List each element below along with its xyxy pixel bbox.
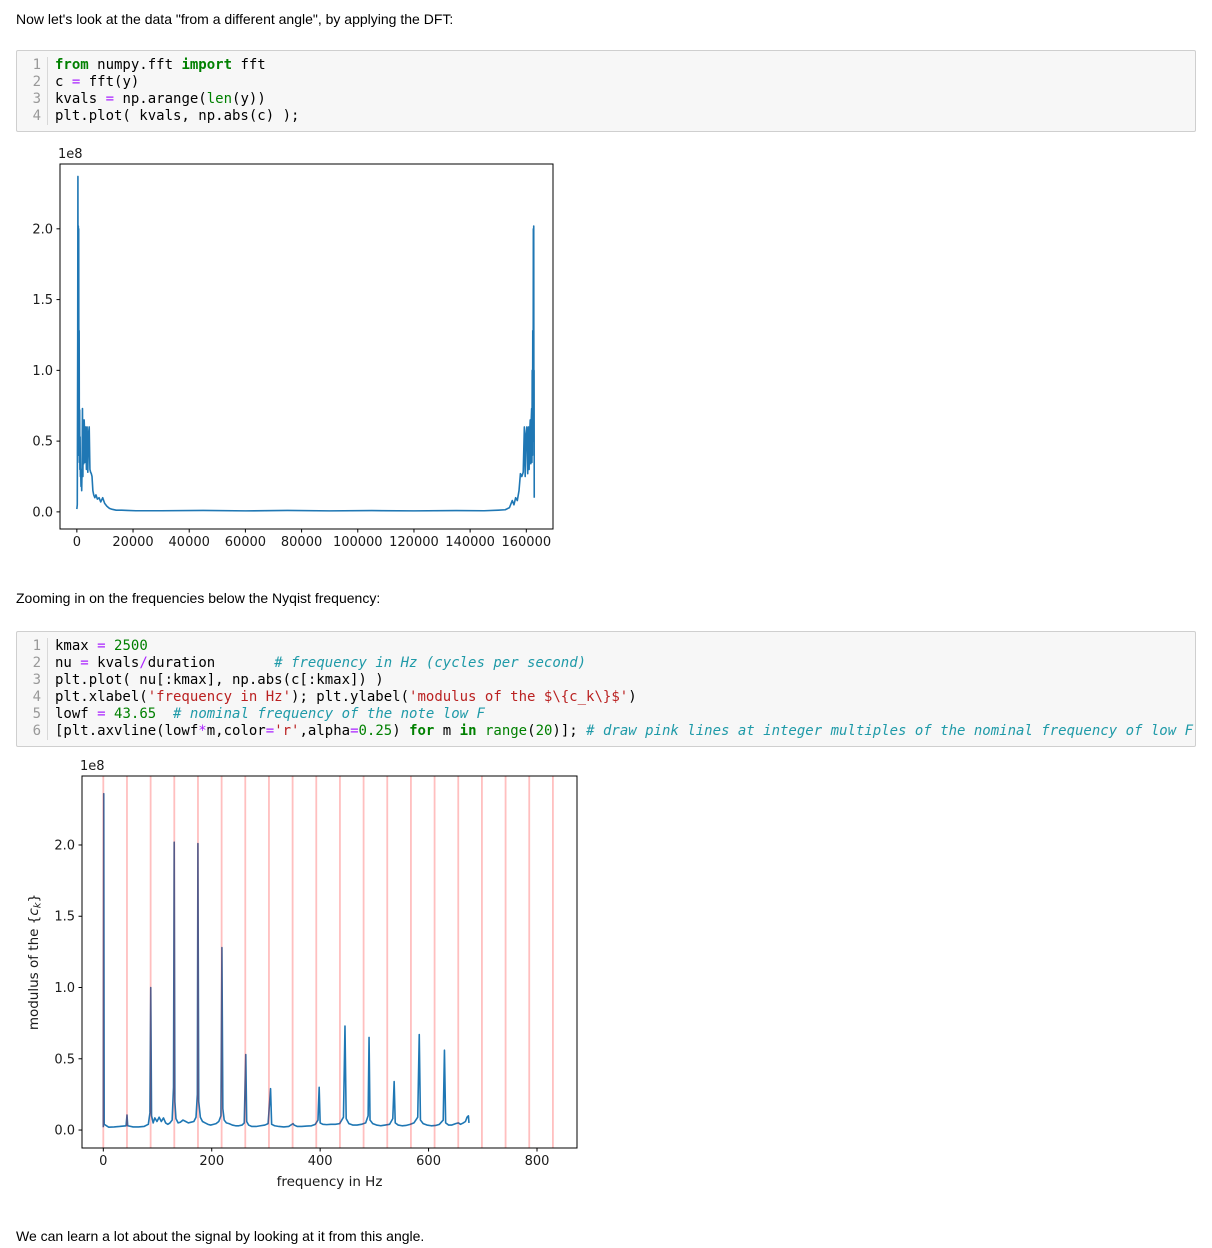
line-number: 1 (17, 57, 48, 74)
line-number: 2 (17, 655, 48, 672)
code-text: [plt.axvline(lowf*m,color='r',alpha=0.25… (55, 723, 1193, 740)
code-line: 1 from numpy.fft import fft (17, 57, 1187, 74)
code-cell-dft[interactable]: 1 from numpy.fft import fft 2 c = fft(y) 3 kv… (16, 50, 1196, 132)
code-cell-zoom[interactable]: 1 kmax = 2500 2 nu = kvals/duration # frequ… (16, 631, 1196, 747)
code-line: 4 plt.plot( kvals, np.abs(c) ); (17, 108, 1187, 125)
y-tick-label: 1.5 (32, 293, 53, 308)
line-number: 5 (17, 706, 48, 723)
y-axis-label: modulus of the {ck} (26, 894, 44, 1030)
line-number: 6 (17, 723, 48, 740)
code-line: 5 lowf = 43.65 # nominal frequency of the… (17, 706, 1187, 723)
y-tick-label: 0.0 (32, 505, 53, 520)
data-line (77, 176, 534, 510)
code-text: nu = kvals/duration # frequency in Hz (c… (55, 655, 1187, 672)
y-tick-label: 0.5 (32, 435, 53, 450)
x-tick-label: 140000 (445, 535, 495, 550)
code-text: kmax = 2500 (55, 638, 1187, 655)
line-number: 3 (17, 672, 48, 689)
y-tick-label: 2.0 (54, 838, 75, 853)
x-tick-label: 800 (525, 1154, 550, 1169)
line-number: 3 (17, 91, 48, 108)
x-tick-label: 400 (308, 1154, 333, 1169)
code-line: 3 kvals = np.arange(len(y)) (17, 91, 1187, 108)
markdown-paragraph-zooming: Zooming in on the frequencies below the … (16, 590, 1196, 607)
x-tick-label: 120000 (389, 535, 439, 550)
x-tick-label: 200 (199, 1154, 224, 1169)
x-tick-label: 0 (99, 1154, 107, 1169)
y-axis-offset-label: 1e8 (80, 759, 105, 774)
code-line: 2 c = fft(y) (17, 74, 1187, 91)
x-tick-label: 100000 (333, 535, 383, 550)
x-tick-label: 80000 (281, 535, 322, 550)
x-tick-label: 160000 (501, 535, 551, 550)
data-line (103, 794, 469, 1128)
code-text: plt.plot( kvals, np.abs(c) ); (55, 108, 1187, 125)
code-text: plt.plot( nu[:kmax], np.abs(c[:kmax]) ) (55, 672, 1187, 689)
frequency-spectrum-plot: 0 200 400 600 800 0.0 0.5 1.0 1.5 2.0 1e8 frequency… (0, 755, 600, 1202)
code-text: from numpy.fft import fft (55, 57, 1187, 74)
x-tick-label: 60000 (225, 535, 266, 550)
line-number: 4 (17, 108, 48, 125)
code-text: plt.xlabel('frequency in Hz'); plt.ylabe… (55, 689, 1187, 706)
line-number: 2 (17, 74, 48, 91)
y-tick-label: 1.0 (32, 364, 53, 379)
code-line: 3 plt.plot( nu[:kmax], np.abs(c[:kmax]) ) (17, 672, 1187, 689)
y-tick-label: 2.0 (32, 222, 53, 237)
y-axis-offset-label: 1e8 (58, 147, 83, 162)
markdown-paragraph-intro: Now let's look at the data "from a diffe… (16, 0, 1196, 28)
x-tick-label: 20000 (112, 535, 153, 550)
code-line: 2 nu = kvals/duration # frequency in Hz (… (17, 655, 1187, 672)
x-tick-label: 40000 (169, 535, 210, 550)
axes-frame (82, 776, 577, 1148)
code-text: lowf = 43.65 # nominal frequency of the … (55, 706, 1187, 723)
code-text: c = fft(y) (55, 74, 1187, 91)
line-number: 4 (17, 689, 48, 706)
code-line: 1 kmax = 2500 (17, 638, 1187, 655)
code-line: 6[plt.axvline(lowf*m,color='r',alpha=0.2… (17, 723, 1187, 740)
x-tick-label: 600 (416, 1154, 441, 1169)
code-line: 4 plt.xlabel('frequency in Hz'); plt.ylab… (17, 689, 1187, 706)
code-text: kvals = np.arange(len(y)) (55, 91, 1187, 108)
y-tick-label: 1.5 (54, 910, 75, 925)
y-tick-label: 0.5 (54, 1052, 75, 1067)
axes-frame (60, 164, 553, 529)
dft-magnitude-plot: 0 20000 40000 60000 80000 100000 120000 140000 1… (10, 142, 590, 562)
markdown-paragraph-conclusion: We can learn a lot about the signal by l… (16, 1228, 1196, 1245)
y-tick-label: 1.0 (54, 981, 75, 996)
y-tick-label: 0.0 (54, 1124, 75, 1139)
x-axis-label: frequency in Hz (277, 1174, 383, 1190)
line-number: 1 (17, 638, 48, 655)
x-tick-label: 0 (73, 535, 81, 550)
